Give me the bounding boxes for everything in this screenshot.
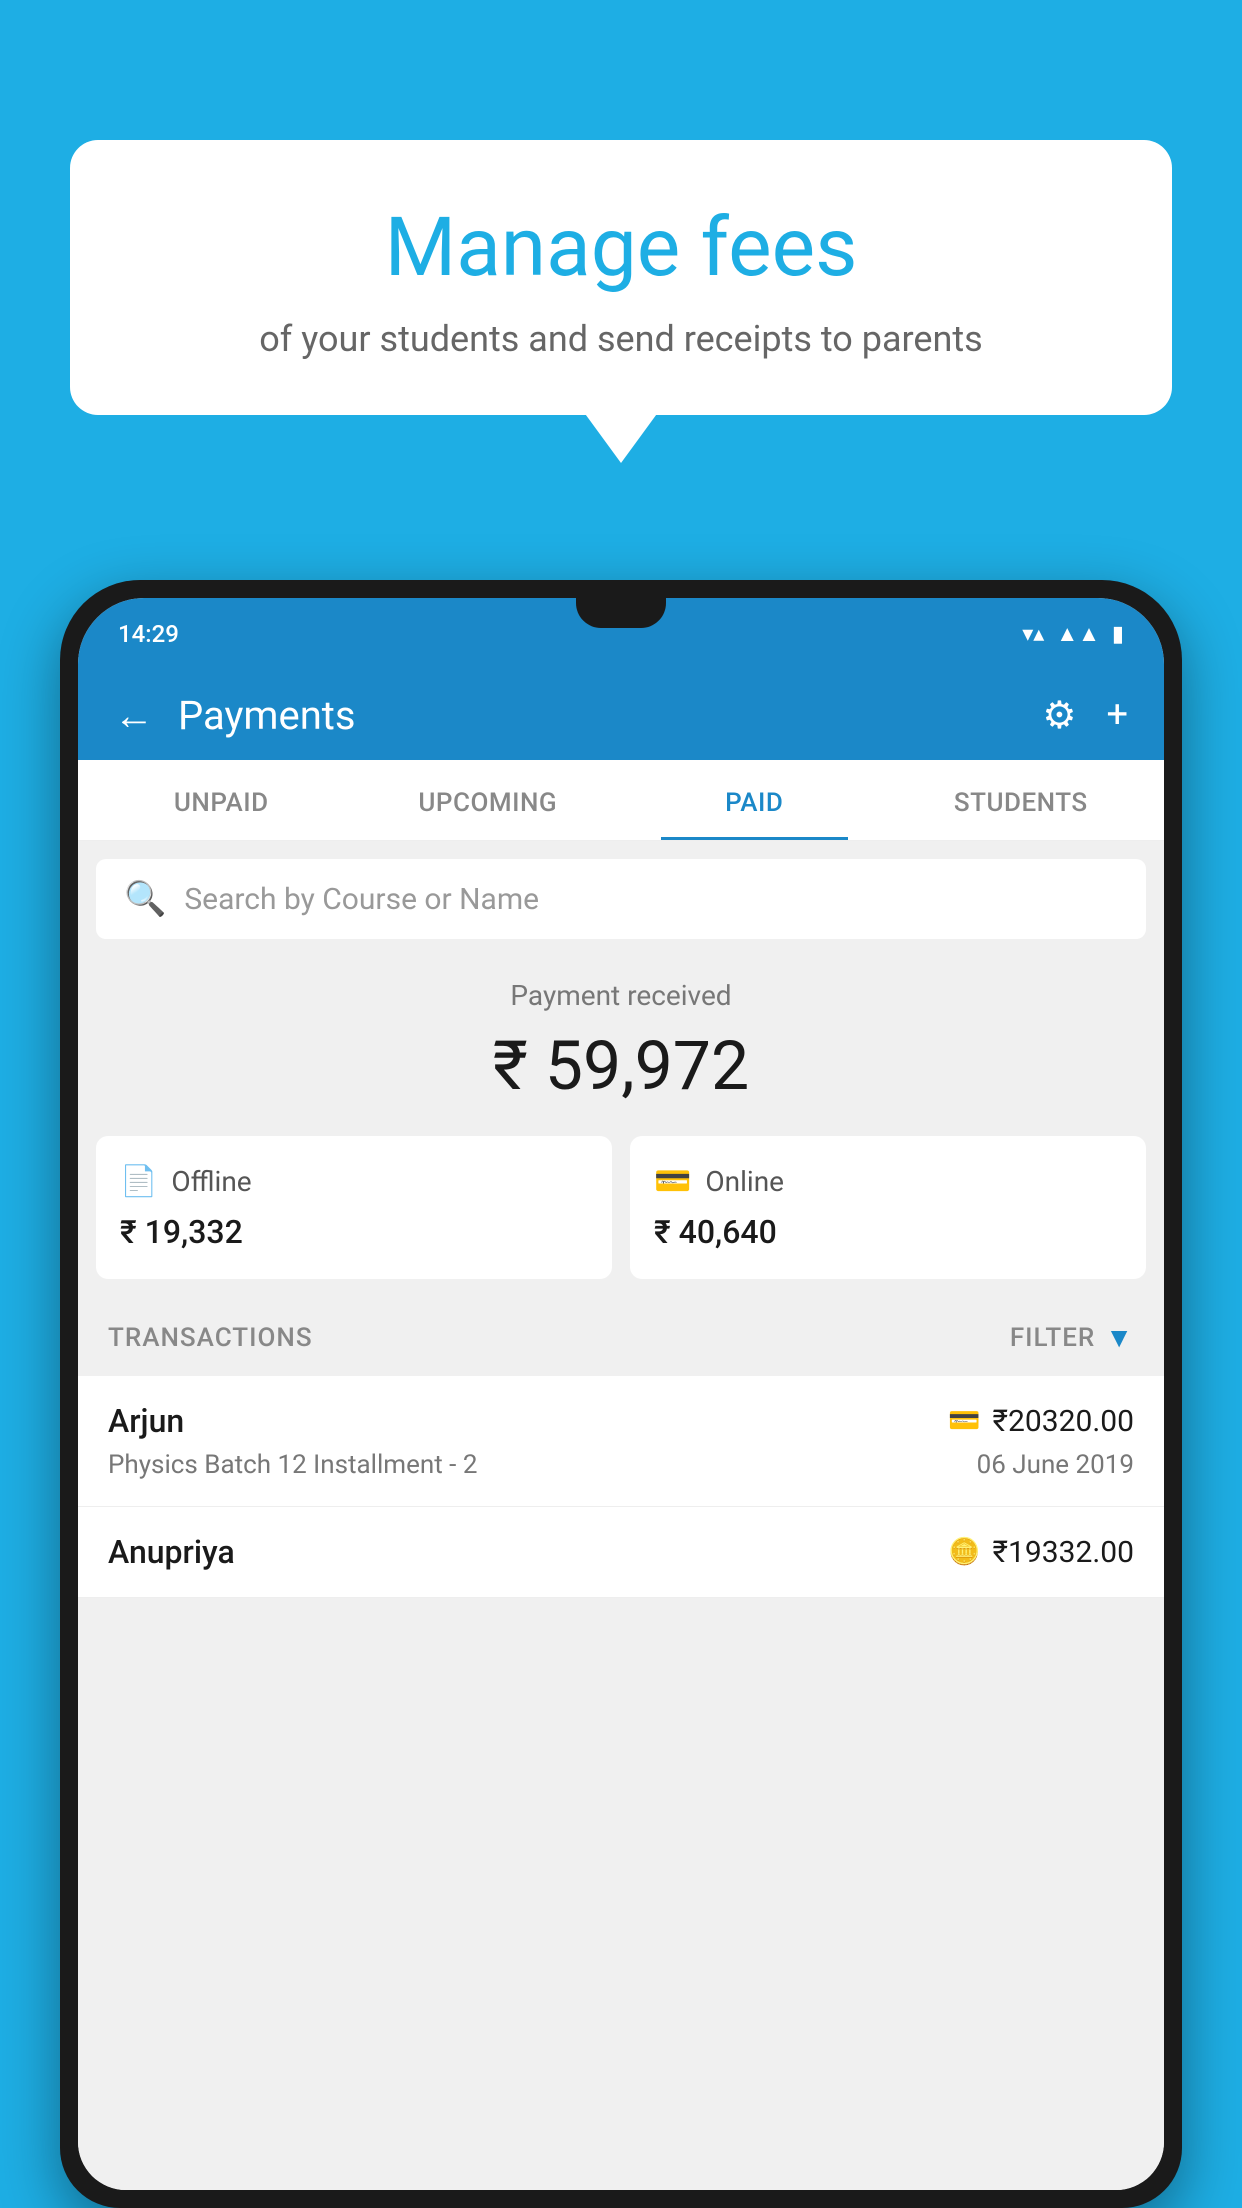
status-bar: 14:29 ▾▴ ▲▲ ▮ [78,598,1164,670]
offline-icon: 📄 [120,1164,157,1199]
offline-label: Offline [171,1165,251,1198]
status-time: 14:29 [118,620,179,648]
online-card: 💳 Online ₹ 40,640 [630,1136,1146,1279]
offline-amount: ₹ 19,332 [120,1213,588,1251]
tx-bottom-1: Physics Batch 12 Installment - 2 06 June… [108,1450,1134,1480]
tx-top-2: Anupriya 🪙 ₹19332.00 [108,1533,1134,1571]
tx-amount-1: ₹20320.00 [993,1404,1134,1439]
filter-icon: ▼ [1105,1321,1134,1354]
content-area: 🔍 Search by Course or Name Payment recei… [78,841,1164,2190]
filter-label: FILTER [1010,1323,1095,1353]
transactions-header: TRANSACTIONS FILTER ▼ [78,1299,1164,1376]
tx-course-1: Physics Batch 12 Installment - 2 [108,1450,477,1480]
online-card-header: 💳 Online [654,1164,1122,1199]
tx-name-1: Arjun [108,1402,184,1440]
tx-amount-row-2: 🪙 ₹19332.00 [948,1535,1134,1570]
speech-bubble: Manage fees of your students and send re… [70,140,1172,415]
tx-amount-2: ₹19332.00 [993,1535,1134,1570]
back-button[interactable]: ← [114,692,154,739]
payment-label: Payment received [98,979,1144,1012]
phone-frame: 14:29 ▾▴ ▲▲ ▮ ← Payments ⚙ + UNPAID [60,580,1182,2208]
signal-icon: ▲▲ [1056,621,1100,647]
status-icons: ▾▴ ▲▲ ▮ [1022,621,1124,647]
settings-icon[interactable]: ⚙ [1042,693,1076,738]
online-label: Online [705,1165,784,1198]
tab-paid[interactable]: PAID [621,760,888,840]
tx-name-2: Anupriya [108,1533,235,1571]
tx-type-icon-1: 💳 [948,1406,980,1436]
tx-date-1: 06 June 2019 [977,1450,1134,1480]
payment-amount: ₹ 59,972 [98,1026,1144,1106]
notch [576,598,666,628]
wifi-icon: ▾▴ [1022,622,1044,647]
offline-card-header: 📄 Offline [120,1164,588,1199]
online-amount: ₹ 40,640 [654,1213,1122,1251]
bubble-subtitle: of your students and send receipts to pa… [120,318,1122,360]
tab-unpaid[interactable]: UNPAID [88,760,355,840]
tab-upcoming[interactable]: UPCOMING [355,760,622,840]
header-right: ⚙ + [1042,693,1128,738]
payment-section: Payment received ₹ 59,972 [78,939,1164,1136]
tx-top-1: Arjun 💳 ₹20320.00 [108,1402,1134,1440]
phone-inner: 14:29 ▾▴ ▲▲ ▮ ← Payments ⚙ + UNPAID [78,598,1164,2190]
battery-icon: ▮ [1112,622,1124,647]
tx-amount-row-1: 💳 ₹20320.00 [948,1404,1134,1439]
offline-card: 📄 Offline ₹ 19,332 [96,1136,612,1279]
search-placeholder: Search by Course or Name [184,882,539,917]
online-icon: 💳 [654,1164,691,1199]
tx-type-icon-2: 🪙 [948,1537,980,1567]
tabs-bar: UNPAID UPCOMING PAID STUDENTS [78,760,1164,841]
filter-button[interactable]: FILTER ▼ [1010,1321,1134,1354]
bubble-title: Manage fees [120,200,1122,296]
search-container[interactable]: 🔍 Search by Course or Name [96,859,1146,939]
table-row[interactable]: Arjun 💳 ₹20320.00 Physics Batch 12 Insta… [78,1376,1164,1507]
header-left: ← Payments [114,692,356,739]
cards-row: 📄 Offline ₹ 19,332 💳 Online ₹ 40,640 [96,1136,1146,1279]
app-header: ← Payments ⚙ + [78,670,1164,760]
transactions-label: TRANSACTIONS [108,1323,313,1353]
tab-students[interactable]: STUDENTS [888,760,1155,840]
table-row[interactable]: Anupriya 🪙 ₹19332.00 [78,1507,1164,1598]
add-icon[interactable]: + [1106,693,1128,737]
header-title: Payments [178,692,356,739]
search-icon: 🔍 [124,879,166,919]
